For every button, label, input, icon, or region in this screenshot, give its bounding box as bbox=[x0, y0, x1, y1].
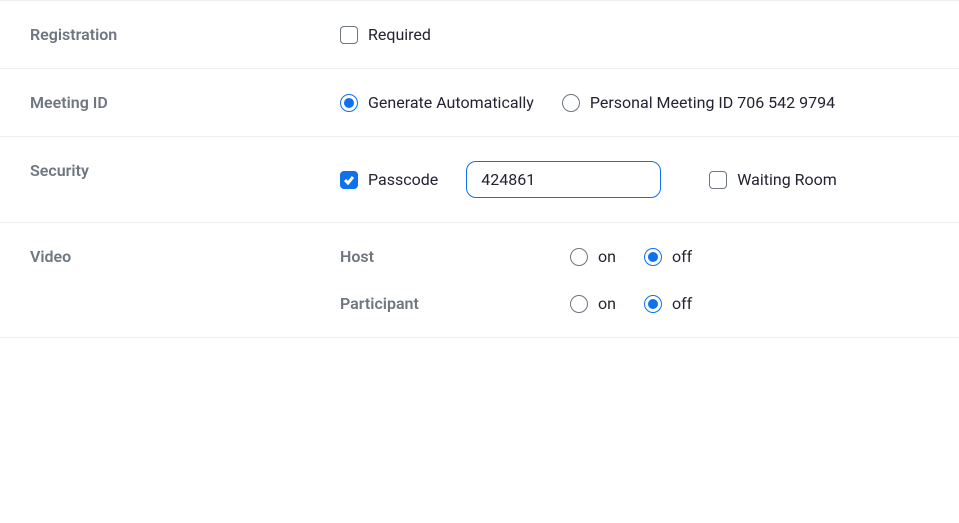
video-participant-off-option: off bbox=[644, 294, 692, 313]
registration-required-option: Required bbox=[340, 25, 431, 44]
meeting-id-auto-radio[interactable] bbox=[340, 94, 358, 112]
security-passcode-input[interactable] bbox=[466, 161, 661, 198]
registration-content: Required bbox=[340, 25, 929, 44]
video-host-label: Host bbox=[340, 247, 570, 266]
video-host-row: Host on off bbox=[340, 247, 929, 266]
security-passcode-option: Passcode bbox=[340, 170, 438, 189]
video-participant-on-radio[interactable] bbox=[570, 295, 588, 313]
security-waiting-checkbox[interactable] bbox=[709, 171, 727, 189]
meeting-id-section: Meeting ID Generate Automatically Person… bbox=[0, 68, 959, 136]
video-label: Video bbox=[30, 247, 340, 313]
meeting-id-auto-label: Generate Automatically bbox=[368, 93, 534, 112]
video-host-on-option: on bbox=[570, 247, 616, 266]
meeting-id-content: Generate Automatically Personal Meeting … bbox=[340, 93, 929, 112]
meeting-id-label: Meeting ID bbox=[30, 93, 340, 112]
meeting-id-auto-option: Generate Automatically bbox=[340, 93, 534, 112]
security-content: Passcode Waiting Room bbox=[340, 161, 929, 198]
video-host-off-label: off bbox=[672, 247, 692, 266]
video-participant-off-label: off bbox=[672, 294, 692, 313]
video-participant-row: Participant on off bbox=[340, 294, 929, 313]
video-participant-label: Participant bbox=[340, 294, 570, 313]
meeting-id-personal-radio[interactable] bbox=[562, 94, 580, 112]
meeting-id-personal-label: Personal Meeting ID 706 542 9794 bbox=[590, 93, 835, 112]
video-host-on-radio[interactable] bbox=[570, 248, 588, 266]
registration-section: Registration Required bbox=[0, 0, 959, 68]
video-content: Host on off Participant on bbox=[340, 247, 929, 313]
security-passcode-label: Passcode bbox=[368, 170, 438, 189]
registration-required-checkbox[interactable] bbox=[340, 26, 358, 44]
security-waiting-option: Waiting Room bbox=[709, 170, 837, 189]
video-host-off-radio[interactable] bbox=[644, 248, 662, 266]
check-icon bbox=[343, 174, 355, 186]
security-waiting-label: Waiting Room bbox=[737, 170, 837, 189]
video-section: Video Host on off Participant on bbox=[0, 222, 959, 338]
security-section: Security Passcode Waiting Room bbox=[0, 136, 959, 222]
video-participant-on-option: on bbox=[570, 294, 616, 313]
video-host-on-label: on bbox=[598, 247, 616, 266]
video-host-off-option: off bbox=[644, 247, 692, 266]
meeting-id-personal-option: Personal Meeting ID 706 542 9794 bbox=[562, 93, 835, 112]
video-participant-on-label: on bbox=[598, 294, 616, 313]
registration-required-label: Required bbox=[368, 25, 431, 44]
registration-label: Registration bbox=[30, 25, 340, 44]
security-passcode-checkbox[interactable] bbox=[340, 171, 358, 189]
security-label: Security bbox=[30, 161, 340, 198]
video-participant-off-radio[interactable] bbox=[644, 295, 662, 313]
